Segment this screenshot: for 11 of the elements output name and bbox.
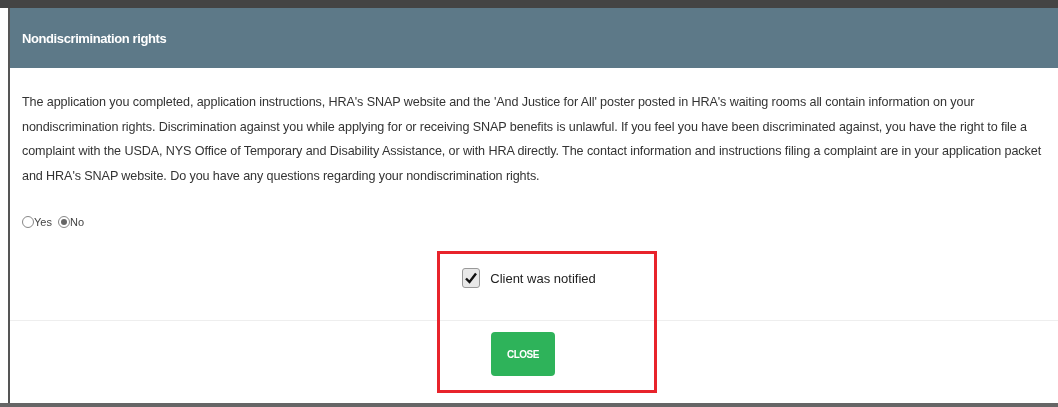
radio-button[interactable] (57, 216, 70, 228)
radio-option[interactable]: No (57, 216, 84, 228)
dialog-title: Nondiscrimination rights (22, 30, 167, 46)
body-text: The application you completed, application instructions, HRA's SNAP website and the 'And Justice for All' poster posted in HRA's waiting rooms all contain information on your nondiscrimination rights. Discrimination against you while applying for or receiving SNAP benefits is unlawful. If you feel you have been discriminated against, you have the right to file a complaint with the USDA, NYS Office of Temporary and Disability Assistance, or with HRA directly. The contact information and instructions filing a complaint are in your application packet and HRA's SNAP website. Do you have any questions regarding your nondiscrimination rights. (22, 94, 1043, 185)
radio-option[interactable]: Yes (22, 216, 52, 228)
checkbox-label: Client was notified (490, 270, 596, 286)
radio-button[interactable] (22, 216, 34, 228)
radio-label: No (69, 216, 84, 228)
check-icon (465, 272, 478, 284)
radio-label: Yes (34, 216, 52, 228)
checkbox[interactable] (462, 268, 481, 288)
